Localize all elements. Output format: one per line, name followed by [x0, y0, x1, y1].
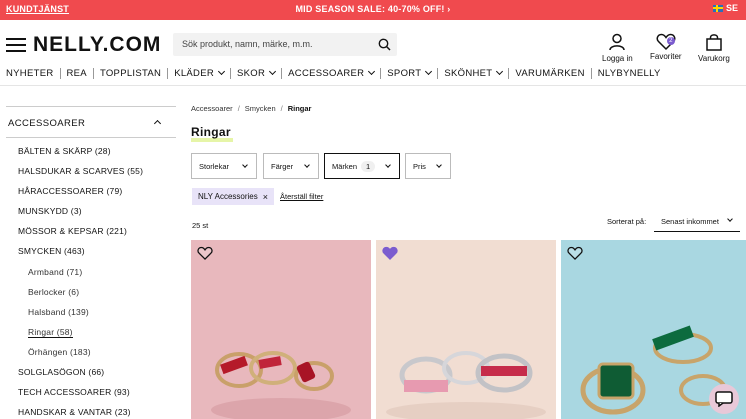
login-label: Logga in — [602, 54, 633, 63]
sidebar-subitem-orhangen[interactable]: Örhängen (183) — [18, 347, 143, 367]
divider — [0, 85, 746, 86]
chevron-down-icon — [436, 162, 442, 168]
chevron-down-icon — [242, 162, 248, 168]
favorite-heart-icon[interactable] — [567, 246, 583, 261]
chevron-up-icon[interactable] — [153, 119, 162, 128]
cart-button[interactable]: Varukorg — [698, 33, 730, 63]
chat-button[interactable] — [709, 384, 739, 414]
page-title: Ringar — [191, 125, 231, 139]
nav-item-rea[interactable]: REA — [61, 66, 93, 80]
favorites-button[interactable]: 2 Favoriter — [650, 33, 682, 61]
filter-price-dropdown[interactable]: Pris — [405, 153, 451, 179]
sidebar-item-haraccessoarer[interactable]: HÅRACCESSOARER (79) — [18, 186, 143, 206]
nav-item-nlybynelly[interactable]: NLYBYNELLY — [592, 66, 667, 80]
breadcrumb-accessoarer[interactable]: Accessoarer — [191, 104, 233, 113]
logo[interactable]: NELLY.COM — [33, 33, 161, 57]
sidebar-item-halsdukar[interactable]: HALSDUKAR & SCARVES (55) — [18, 166, 143, 186]
language-selector[interactable]: SE — [712, 3, 738, 13]
search-icon[interactable] — [378, 38, 391, 51]
product-image[interactable] — [376, 240, 556, 419]
nav-item-skor[interactable]: SKOR — [231, 66, 281, 80]
divider — [6, 137, 176, 138]
sort-label: Sorterat på: — [607, 217, 647, 226]
search-placeholder: Sök produkt, namn, märke, m.m. — [182, 39, 313, 49]
nav-item-nyheter[interactable]: NYHETER — [0, 66, 60, 80]
sidebar-subitem-berlocker[interactable]: Berlocker (6) — [18, 287, 143, 307]
nav-item-klader[interactable]: KLÄDER — [168, 66, 230, 80]
favorites-label: Favoriter — [650, 52, 682, 61]
sort-dropdown[interactable]: Senast inkommet — [654, 211, 740, 232]
chevron-down-icon — [269, 67, 277, 76]
filter-size-dropdown[interactable]: Storlekar — [191, 153, 257, 179]
cart-label: Varukorg — [698, 54, 730, 63]
login-button[interactable]: Logga in — [602, 33, 633, 63]
breadcrumb-smycken[interactable]: Smycken — [245, 104, 276, 113]
chevron-down-icon — [217, 67, 226, 76]
sidebar-heading[interactable]: ACCESSOARER — [8, 118, 85, 129]
result-count: 25 st — [192, 221, 209, 230]
sidebar-subitem-ringar[interactable]: Ringar (58) — [18, 326, 143, 347]
chat-icon — [715, 391, 733, 407]
promo-bar: KUNDTJÄNST MID SEASON SALE: 40-70% OFF! … — [0, 0, 746, 20]
sidebar-category-list: BÄLTEN & SKÄRP (28) HALSDUKAR & SCARVES … — [18, 146, 143, 419]
sweden-flag-icon — [712, 4, 723, 12]
main-nav: NYHETER REA TOPPLISTAN KLÄDER SKOR ACCES… — [0, 66, 667, 80]
active-filter-chip[interactable]: NLY Accessories × — [192, 188, 274, 205]
sale-banner-link[interactable]: MID SEASON SALE: 40-70% OFF! › — [0, 4, 746, 14]
favorites-count-badge: 2 — [666, 37, 675, 45]
chevron-down-icon — [304, 162, 310, 168]
reset-filters-link[interactable]: Återställ filter — [280, 192, 323, 201]
chevron-down-icon — [496, 67, 504, 76]
language-code: SE — [725, 3, 738, 13]
sidebar-item-mossor[interactable]: MÖSSOR & KEPSAR (221) — [18, 226, 143, 246]
product-card[interactable] — [191, 240, 371, 419]
product-image[interactable] — [191, 240, 371, 419]
nav-item-sport[interactable]: SPORT — [381, 66, 437, 80]
breadcrumb-current: Ringar — [287, 104, 312, 113]
chevron-down-icon — [385, 162, 391, 168]
sidebar-subitem-halsband[interactable]: Halsband (139) — [18, 307, 143, 327]
nav-item-topplistan[interactable]: TOPPLISTAN — [94, 66, 167, 80]
product-card[interactable] — [376, 240, 556, 419]
sidebar-item-balten[interactable]: BÄLTEN & SKÄRP (28) — [18, 146, 143, 166]
filter-brand-count: 1 — [361, 160, 376, 172]
search-input[interactable]: Sök produkt, namn, märke, m.m. — [173, 33, 397, 56]
nav-item-accessoarer[interactable]: ACCESSOARER — [282, 66, 380, 80]
filter-color-dropdown[interactable]: Färger — [263, 153, 319, 179]
sidebar-item-munskydd[interactable]: MUNSKYDD (3) — [18, 206, 143, 226]
user-icon — [609, 33, 626, 51]
chevron-down-icon — [368, 67, 376, 76]
chevron-down-icon — [425, 67, 433, 76]
shopping-bag-icon — [706, 34, 722, 51]
divider — [6, 106, 176, 107]
sidebar-item-smycken[interactable]: SMYCKEN (463) — [18, 246, 143, 266]
breadcrumb: Accessoarer / Smycken / Ringar — [191, 104, 312, 113]
chevron-down-icon — [727, 216, 733, 222]
sidebar-item-tech[interactable]: TECH ACCESSOARER (93) — [18, 387, 143, 407]
filter-brand-dropdown[interactable]: Märken 1 — [324, 153, 400, 179]
sidebar-item-handskar[interactable]: HANDSKAR & VANTAR (23) — [18, 407, 143, 419]
favorite-heart-icon-filled[interactable] — [382, 246, 398, 261]
sidebar-item-solglasogon[interactable]: SOLGLASÖGON (66) — [18, 367, 143, 387]
menu-icon[interactable] — [6, 38, 26, 52]
nav-item-skonhet[interactable]: SKÖNHET — [438, 66, 508, 80]
sidebar-subitem-armband[interactable]: Armband (71) — [18, 267, 143, 287]
favorite-heart-icon[interactable] — [197, 246, 213, 261]
nav-item-varumarken[interactable]: VARUMÄRKEN — [509, 66, 590, 80]
close-icon[interactable]: × — [263, 192, 268, 202]
